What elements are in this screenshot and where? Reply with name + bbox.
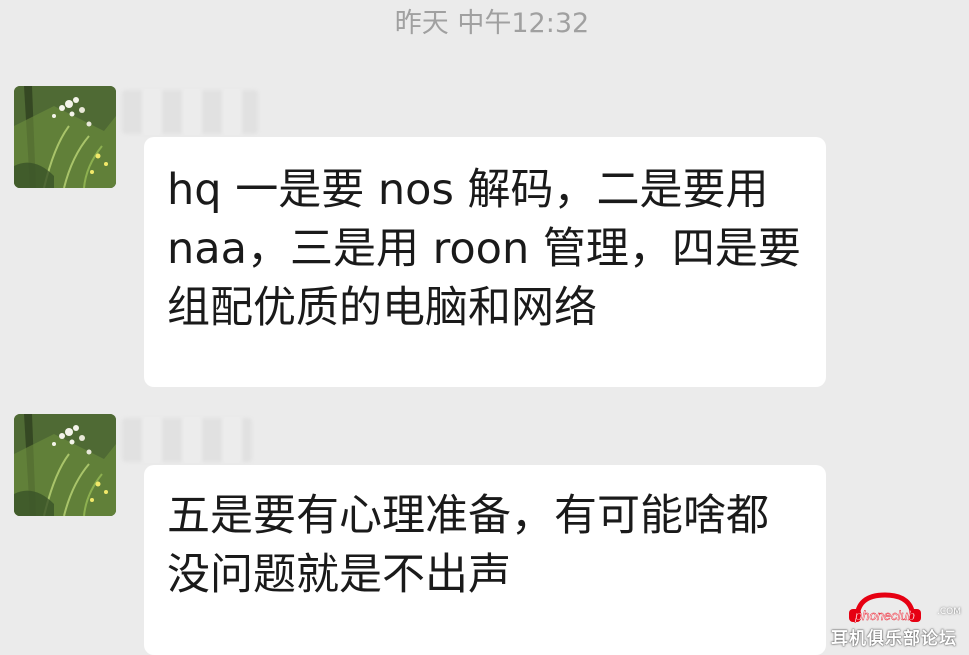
message-bubble[interactable]: hq 一是要 nos 解码，二是要用 naa，三是用 roon 管理，四是要 组…: [144, 137, 826, 387]
avatar[interactable]: [14, 414, 116, 516]
message-text-line: 组配优质的电脑和网络: [167, 283, 597, 333]
avatar[interactable]: [14, 86, 116, 188]
message-text-line: hq 一是要 nos 解码，二是要用: [167, 165, 769, 215]
headphone-logo-icon: phoneclub: [849, 592, 921, 623]
message-bubble[interactable]: 五是要有心理准备，有可能啥都 没问题就是不出声: [144, 465, 826, 655]
watermark: phoneclub .COM 耳机俱乐部论坛: [805, 589, 965, 651]
svg-text:phoneclub: phoneclub: [854, 608, 915, 623]
message-text-line: 没问题就是不出声: [167, 550, 511, 600]
watermark-domain: .COM: [937, 607, 961, 617]
message-text-line: 五是要有心理准备，有可能啥都: [167, 491, 769, 541]
plant-photo-avatar-icon: [14, 414, 116, 516]
chat-timestamp: 昨天 中午12:32: [394, 8, 590, 39]
watermark-text: 耳机俱乐部论坛: [831, 629, 957, 649]
message-text-line: naa，三是用 roon 管理，四是要: [167, 224, 801, 274]
sender-name-blurred: [122, 90, 258, 134]
plant-photo-avatar-icon: [14, 86, 116, 188]
sender-name-blurred: [122, 418, 252, 462]
